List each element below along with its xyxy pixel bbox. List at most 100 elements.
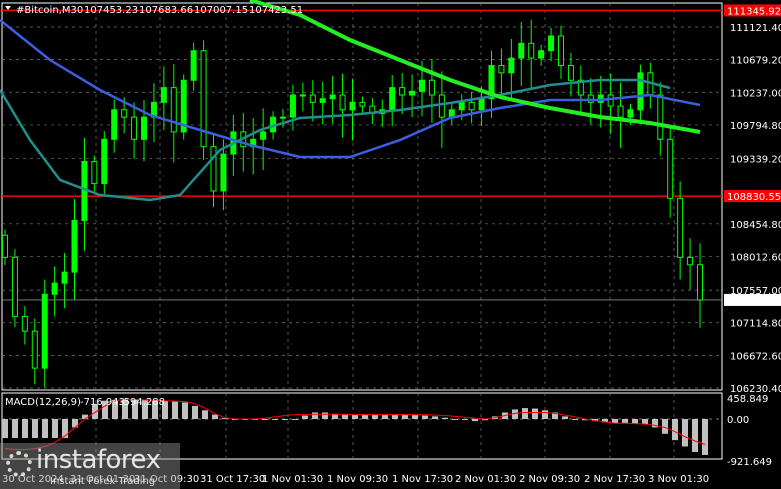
high-value: 107683.66 bbox=[139, 5, 193, 16]
current-price-label: 107423.51 bbox=[727, 296, 781, 307]
macd-histogram-bar bbox=[342, 414, 348, 419]
macd-histogram-bar bbox=[422, 415, 428, 419]
macd-histogram-bar bbox=[472, 419, 478, 422]
macd-histogram-bar bbox=[682, 419, 688, 447]
bear-candle bbox=[31, 330, 38, 369]
bear-candle bbox=[121, 109, 128, 118]
bear-candle bbox=[131, 116, 138, 140]
time-tick-label: 2 Nov 09:30 bbox=[519, 474, 580, 485]
time-tick-label: 3 Nov 01:30 bbox=[648, 474, 709, 485]
bear-candle bbox=[687, 256, 694, 266]
bull-candle bbox=[627, 109, 634, 118]
open-value: 107453.23 bbox=[84, 5, 138, 16]
bear-candle bbox=[428, 79, 435, 96]
bull-candle bbox=[141, 116, 147, 140]
macd-histogram-bar bbox=[402, 414, 408, 419]
macd-histogram-bar bbox=[572, 419, 578, 420]
bear-candle bbox=[438, 94, 445, 118]
price-tick-label: 110237.00 bbox=[730, 88, 781, 99]
price-axis: 111121.40 110679.20 110237.00 109794.80 1093… bbox=[724, 4, 781, 468]
bull-candle bbox=[518, 42, 525, 59]
macd-histogram-bar bbox=[32, 419, 38, 439]
macd-histogram-bar bbox=[22, 419, 28, 439]
macd-histogram-bar bbox=[302, 415, 308, 419]
dropdown-triangle-icon[interactable] bbox=[5, 6, 11, 10]
bull-candle bbox=[329, 94, 336, 100]
bear-candle bbox=[11, 256, 18, 317]
bull-candle bbox=[190, 50, 197, 81]
instaforex-watermark: instaforex Instant Forex Trading bbox=[0, 443, 180, 489]
macd-histogram-bar bbox=[312, 412, 318, 419]
macd-histogram-bar bbox=[702, 419, 708, 455]
macd-histogram-bar bbox=[272, 419, 278, 420]
macd-histogram-bar bbox=[182, 402, 188, 419]
macd-histogram-bar bbox=[282, 419, 288, 420]
bull-candle bbox=[538, 50, 545, 59]
macd-histogram-bar bbox=[642, 419, 648, 425]
chart-header: #Bitcoin,M30 107453.23 107683.66 107007.… bbox=[5, 5, 303, 16]
macd-histogram-bar bbox=[2, 419, 8, 439]
bull-candle bbox=[41, 293, 48, 369]
price-tick-label: 107114.80 bbox=[730, 319, 781, 330]
macd-histogram-bar bbox=[632, 419, 638, 424]
bear-candle bbox=[2, 234, 8, 258]
bear-candle bbox=[498, 64, 505, 74]
macd-histogram-bar bbox=[202, 410, 208, 419]
macd-histogram-bar bbox=[442, 417, 448, 419]
bull-candle bbox=[289, 94, 296, 118]
bear-candle bbox=[677, 197, 684, 258]
macd-value: -716.943 bbox=[80, 397, 125, 408]
macd-histogram-bar bbox=[692, 419, 698, 453]
bear-candle bbox=[359, 101, 366, 107]
bear-candle bbox=[399, 87, 406, 96]
macd-tick-label: 0.00 bbox=[727, 415, 749, 426]
macd-histogram-bar bbox=[542, 410, 548, 419]
bull-candle bbox=[111, 109, 118, 140]
bull-candle bbox=[637, 72, 644, 111]
bull-candle bbox=[419, 79, 425, 92]
macd-histogram-bar bbox=[452, 419, 458, 420]
time-tick-label: 2 Nov 01:30 bbox=[455, 474, 516, 485]
bull-candle bbox=[160, 87, 167, 103]
bull-candle bbox=[349, 101, 356, 111]
level-price-label: 111345.92 bbox=[727, 6, 781, 17]
chart-canvas[interactable]: 111121.40 110679.20 110237.00 109794.80 1093… bbox=[0, 0, 781, 489]
price-tick-label: 106672.60 bbox=[730, 351, 781, 362]
bull-candle bbox=[508, 57, 515, 74]
macd-histogram-bar bbox=[42, 419, 48, 439]
macd-histogram-bar bbox=[82, 414, 88, 419]
macd-histogram-bar bbox=[432, 416, 438, 419]
bull-candle bbox=[260, 131, 267, 140]
macd-histogram-bar bbox=[622, 419, 628, 424]
bear-candle bbox=[468, 101, 475, 111]
macd-histogram-bar bbox=[52, 419, 58, 439]
grid bbox=[2, 3, 722, 459]
bull-candle bbox=[409, 90, 416, 96]
macd-histogram-bar bbox=[532, 408, 538, 419]
bull-candle bbox=[220, 153, 227, 192]
instaforex-logo-icon bbox=[6, 451, 32, 477]
watermark-tagline: Instant Forex Trading bbox=[50, 476, 156, 487]
bear-candle bbox=[567, 64, 574, 81]
bear-candle bbox=[558, 35, 564, 66]
bull-candle bbox=[101, 138, 108, 185]
price-tick-label: 108012.60 bbox=[730, 252, 781, 263]
bear-candle bbox=[617, 105, 624, 118]
price-tick-label: 109339.20 bbox=[730, 155, 781, 166]
price-tick-label: 108454.80 bbox=[730, 220, 781, 231]
bull-candle bbox=[478, 98, 485, 111]
time-tick-label: 1 Nov 09:30 bbox=[327, 474, 388, 485]
bear-candle bbox=[170, 87, 177, 133]
bear-candle bbox=[21, 315, 28, 332]
macd-header: MACD(12,26,9) -716.943 -594.288 bbox=[5, 397, 165, 408]
bull-candle bbox=[280, 116, 286, 119]
bull-candle bbox=[548, 35, 555, 52]
macd-histogram-bar bbox=[322, 412, 328, 419]
macd-histogram-bar bbox=[382, 414, 388, 419]
macd-label: MACD(12,26,9) bbox=[5, 397, 81, 408]
chart-window: 111121.40 110679.20 110237.00 109794.80 1093… bbox=[0, 0, 781, 489]
macd-signal-value: -594.288 bbox=[120, 397, 165, 408]
bear-candle bbox=[657, 94, 664, 140]
macd-histogram-bar bbox=[562, 416, 568, 419]
time-tick-label: 31 Oct 17:30 bbox=[200, 474, 265, 485]
